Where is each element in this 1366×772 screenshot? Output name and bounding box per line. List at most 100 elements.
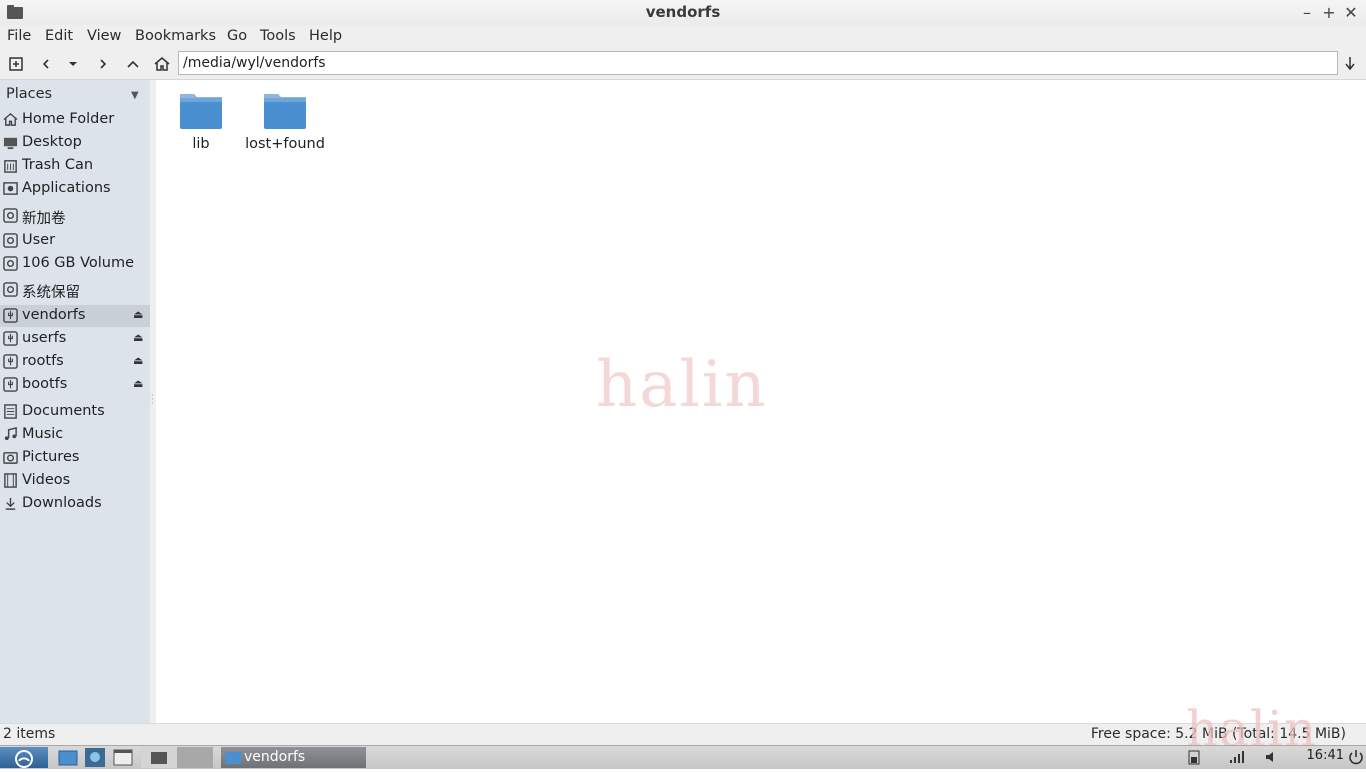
home-icon	[3, 112, 18, 126]
desktop-switcher-2[interactable]	[177, 747, 213, 768]
desktop-switcher[interactable]	[141, 747, 177, 768]
terminal-launcher[interactable]	[112, 747, 134, 768]
usb-drive-icon	[3, 354, 18, 369]
folder-icon	[180, 94, 222, 129]
menu-bar: File Edit View Bookmarks Go Tools Help	[0, 25, 1366, 49]
start-menu-icon	[15, 750, 33, 768]
trash-icon	[4, 160, 17, 173]
history-dropdown-button[interactable]	[62, 53, 84, 75]
home-button[interactable]	[151, 53, 173, 75]
sidebar-item-label: Desktop	[22, 134, 82, 150]
sidebar-item-label: Home Folder	[22, 111, 115, 127]
pictures-icon	[3, 452, 18, 464]
places-header[interactable]: Places ▼	[0, 84, 150, 106]
usb-drive-icon	[3, 377, 18, 392]
menu-edit[interactable]: Edit	[45, 28, 73, 44]
videos-icon	[4, 473, 17, 488]
status-bar: 2 items Free space: 5.2 MiB (Total: 14.5…	[0, 723, 1366, 746]
sidebar-item-label: Trash Can	[22, 157, 94, 173]
forward-button[interactable]	[92, 53, 114, 75]
file-name: lost+found	[245, 136, 325, 152]
sidebar-item-system-reserved[interactable]: 系统保留	[0, 279, 150, 301]
sidebar-item-label: rootfs	[22, 353, 64, 369]
battery-icon[interactable]	[1188, 749, 1200, 765]
minimize-button[interactable]: –	[1298, 3, 1316, 22]
new-tab-icon	[9, 57, 23, 71]
sidebar-item-userfs[interactable]: userfs ⏏	[0, 328, 150, 350]
taskbar-window-vendorfs[interactable]: vendorfs	[221, 747, 366, 768]
go-arrow-icon	[1345, 57, 1355, 71]
sidebar-item-bootfs[interactable]: bootfs ⏏	[0, 374, 150, 396]
taskbar: vendorfs 16:41	[0, 745, 1366, 769]
sidebar-item-label: Applications	[22, 180, 111, 196]
sidebar-item-label: Downloads	[22, 495, 102, 511]
watermark: halin	[596, 348, 768, 422]
applications-icon	[3, 182, 18, 195]
sidebar-item-label: 106 GB Volume	[22, 255, 135, 271]
menu-tools[interactable]: Tools	[260, 28, 296, 44]
file-name: lib	[192, 136, 210, 152]
sidebar-item-label: Pictures	[22, 449, 80, 465]
downloads-icon	[5, 497, 16, 510]
menu-view[interactable]: View	[87, 28, 121, 44]
drive-icon	[3, 256, 18, 271]
power-icon[interactable]	[1348, 749, 1364, 765]
sidebar-item-home-folder[interactable]: Home Folder	[0, 109, 150, 131]
sidebar-item-music[interactable]: Music	[0, 424, 150, 446]
sidebar-item-drive[interactable]: 新加卷	[0, 205, 150, 227]
chevron-left-icon	[42, 59, 49, 69]
folder-icon	[151, 752, 167, 764]
sidebar-item-trash-can[interactable]: Trash Can	[0, 155, 150, 177]
chevron-down-icon	[69, 62, 77, 66]
file-manager-launcher[interactable]	[57, 747, 79, 768]
sidebar-item-pictures[interactable]: Pictures	[0, 447, 150, 469]
sidebar-item-label: vendorfs	[22, 307, 86, 323]
folder-icon	[264, 94, 306, 129]
documents-icon	[4, 404, 17, 419]
menu-help[interactable]: Help	[309, 28, 342, 44]
network-signal-icon[interactable]	[1228, 749, 1244, 765]
eject-icon[interactable]: ⏏	[133, 331, 143, 344]
up-button[interactable]	[122, 53, 144, 75]
eject-icon[interactable]: ⏏	[133, 377, 143, 390]
folder-icon	[225, 752, 241, 764]
menu-bookmarks[interactable]: Bookmarks	[135, 28, 216, 44]
start-menu-button[interactable]	[0, 747, 48, 768]
sidebar-item-vendorfs[interactable]: vendorfs ⏏	[0, 305, 150, 327]
drive-icon	[3, 208, 18, 223]
sidebar-item-desktop[interactable]: Desktop	[0, 132, 150, 154]
sidebar-item-label: Videos	[22, 472, 71, 488]
sidebar-item-user[interactable]: User	[0, 230, 150, 252]
sidebar-item-documents[interactable]: Documents	[0, 401, 150, 423]
folder-item-lost-found[interactable]: lost+found	[245, 88, 325, 158]
places-sidebar: Places ▼ Home Folder Desktop Trash Can A…	[0, 80, 150, 723]
chevron-up-icon	[127, 60, 139, 68]
sidebar-item-rootfs[interactable]: rootfs ⏏	[0, 351, 150, 373]
sidebar-item-downloads[interactable]: Downloads	[0, 493, 150, 515]
sidebar-item-videos[interactable]: Videos	[0, 470, 150, 492]
splitter-handle-icon[interactable]: · · ·	[151, 392, 154, 408]
eject-icon[interactable]: ⏏	[133, 308, 143, 321]
clock[interactable]: 16:41	[1307, 748, 1344, 763]
window-title: vendorfs	[645, 3, 721, 21]
sidebar-item-applications[interactable]: Applications	[0, 178, 150, 200]
go-button[interactable]	[1339, 53, 1361, 75]
sidebar-item-label: 系统保留	[22, 285, 80, 301]
file-manager-icon	[58, 750, 78, 766]
close-button[interactable]: ✕	[1342, 3, 1360, 22]
volume-icon[interactable]	[1264, 749, 1278, 765]
menu-file[interactable]: File	[7, 28, 31, 44]
new-tab-button[interactable]	[5, 53, 27, 75]
sidebar-item-106gb-volume[interactable]: 106 GB Volume	[0, 253, 150, 275]
back-button[interactable]	[35, 53, 57, 75]
network-launcher[interactable]	[84, 747, 106, 768]
folder-item-lib[interactable]: lib	[161, 88, 241, 158]
maximize-button[interactable]: +	[1320, 3, 1338, 22]
sidebar-item-label: bootfs	[22, 376, 68, 392]
drive-icon	[3, 233, 18, 248]
location-bar[interactable]: /media/wyl/vendorfs	[178, 51, 1338, 75]
title-bar: vendorfs – + ✕	[0, 0, 1366, 26]
menu-go[interactable]: Go	[227, 28, 247, 44]
places-label: Places	[6, 86, 53, 102]
eject-icon[interactable]: ⏏	[133, 354, 143, 367]
